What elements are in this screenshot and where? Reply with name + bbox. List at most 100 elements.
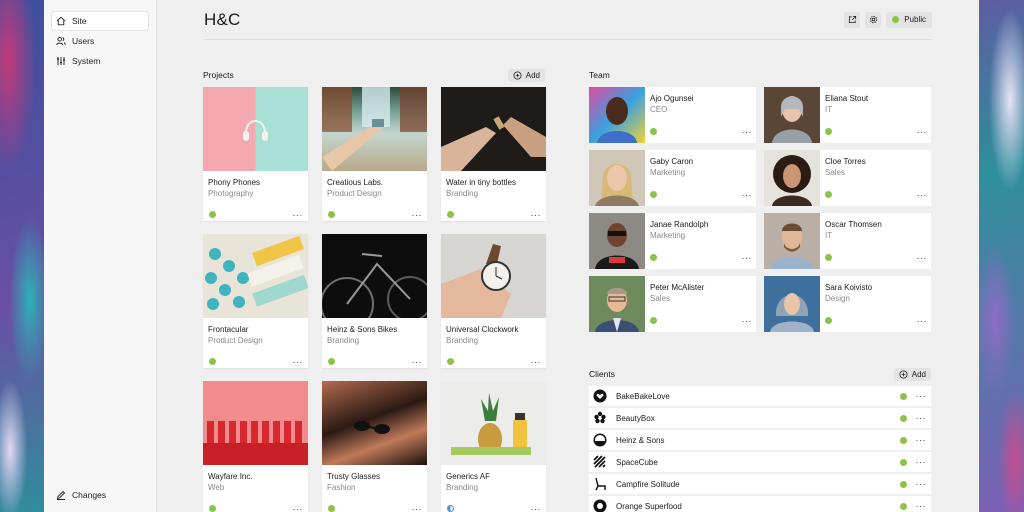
sidebar-item-changes[interactable]: Changes [52,486,148,504]
sidebar-item-users[interactable]: Users [52,32,148,50]
more-options-button[interactable]: ··· [412,210,423,219]
add-project-button[interactable]: Add [507,68,545,82]
team-member-card[interactable]: Peter McAlister Sales ··· [589,276,756,332]
project-name: Heinz & Sons Bikes [327,325,398,334]
status-dot[interactable] [328,358,335,365]
more-options-button[interactable]: ··· [917,127,928,136]
project-card[interactable]: Phony Phones Photography ··· [203,87,308,221]
open-site-button[interactable] [844,11,861,28]
status-dot[interactable] [650,191,657,198]
status-dot[interactable] [650,254,657,261]
project-thumbnail [322,381,427,465]
more-options-button[interactable]: ··· [916,480,927,489]
sidebar: Site Users System Changes [44,0,157,512]
project-card[interactable]: Frontacular Product Design ··· [203,234,308,368]
status-dot[interactable] [650,128,657,135]
team-member-card[interactable]: Janae Randolph Marketing ··· [589,213,756,269]
client-row[interactable]: BeautyBox ··· [589,408,931,428]
avatar [589,276,645,332]
more-options-button[interactable]: ··· [742,253,753,262]
avatar [589,150,645,206]
client-row[interactable]: SpaceCube ··· [589,452,931,472]
member-name: Peter McAlister [650,283,705,292]
avatar [764,276,820,332]
external-link-icon [848,15,856,24]
project-category: Branding [446,336,479,345]
status-dot[interactable] [209,358,216,365]
project-thumbnail [441,381,546,465]
client-name: SpaceCube [616,457,658,467]
more-options-button[interactable]: ··· [917,253,928,262]
project-card[interactable]: Creatious Labs. Product Design ··· [322,87,427,221]
team-member-card[interactable]: Oscar Thomsen IT ··· [764,213,931,269]
status-dot[interactable] [899,414,907,422]
status-dot[interactable] [328,505,335,512]
more-options-button[interactable]: ··· [742,190,753,199]
more-options-button[interactable]: ··· [412,357,423,366]
status-dot[interactable] [650,317,657,324]
more-options-button[interactable]: ··· [293,357,304,366]
status-dot[interactable] [899,502,907,510]
project-card[interactable]: Water in tiny bottles Branding ··· [441,87,546,221]
team-header: Team [589,68,931,82]
add-client-button[interactable]: Add [893,367,931,381]
client-row[interactable]: BakeBakeLove ··· [589,386,931,406]
project-card[interactable]: Universal Clockwork Branding ··· [441,234,546,368]
team-member-card[interactable]: Sara Koivisto Design ··· [764,276,931,332]
status-dot[interactable] [328,211,335,218]
more-options-button[interactable]: ··· [531,504,542,512]
more-options-button[interactable]: ··· [916,458,927,467]
sidebar-item-label: System [72,56,101,66]
sunglasses-image [354,421,390,434]
project-card[interactable]: Heinz & Sons Bikes Branding ··· [322,234,427,368]
more-options-button[interactable]: ··· [916,392,927,401]
status-dot[interactable] [825,317,832,324]
team-member-card[interactable]: Eliana Stout IT ··· [764,87,931,143]
team-member-card[interactable]: Ajo Ogunsei CEO ··· [589,87,756,143]
more-options-button[interactable]: ··· [917,316,928,325]
more-options-button[interactable]: ··· [293,504,304,512]
avatar [764,87,820,143]
status-dot[interactable] [209,505,216,512]
settings-button[interactable] [865,11,882,28]
client-row[interactable]: Heinz & Sons ··· [589,430,931,450]
project-card[interactable]: Generics AF Branding ··· [441,381,546,512]
project-name: Generics AF [446,472,491,481]
more-options-button[interactable]: ··· [412,504,423,512]
more-options-button[interactable]: ··· [917,190,928,199]
status-dot[interactable] [899,436,907,444]
status-dot[interactable] [899,458,907,466]
team-member-card[interactable]: Cloe Torres Sales ··· [764,150,931,206]
more-options-button[interactable]: ··· [742,316,753,325]
team-member-card[interactable]: Gaby Caron Marketing ··· [589,150,756,206]
status-dot[interactable] [447,358,454,365]
status-dot[interactable] [825,128,832,135]
lipsticks-image [203,421,308,465]
client-row[interactable]: Orange Superfood ··· [589,496,931,512]
visibility-button[interactable]: Public [886,11,932,28]
more-options-button[interactable]: ··· [293,210,304,219]
sidebar-item-system[interactable]: System [52,52,148,70]
status-dot[interactable] [209,211,216,218]
status-dot[interactable] [447,505,454,512]
header-actions: Public [844,11,932,28]
circle-logo-icon [593,433,607,447]
more-options-button[interactable]: ··· [916,414,927,423]
project-thumbnail [203,381,308,465]
sidebar-item-site[interactable]: Site [52,12,148,30]
more-options-button[interactable]: ··· [742,127,753,136]
client-row[interactable]: Campfire Solitude ··· [589,474,931,494]
more-options-button[interactable]: ··· [531,357,542,366]
more-options-button[interactable]: ··· [916,436,927,445]
project-card[interactable]: Trusty Glasses Fashion ··· [322,381,427,512]
project-name: Trusty Glasses [327,472,381,481]
status-dot[interactable] [825,254,832,261]
project-card[interactable]: Wayfare Inc. Web ··· [203,381,308,512]
status-dot[interactable] [899,392,907,400]
status-dot[interactable] [825,191,832,198]
pencil-icon [56,490,66,500]
more-options-button[interactable]: ··· [916,502,927,511]
more-options-button[interactable]: ··· [531,210,542,219]
status-dot[interactable] [899,480,907,488]
status-dot[interactable] [447,211,454,218]
